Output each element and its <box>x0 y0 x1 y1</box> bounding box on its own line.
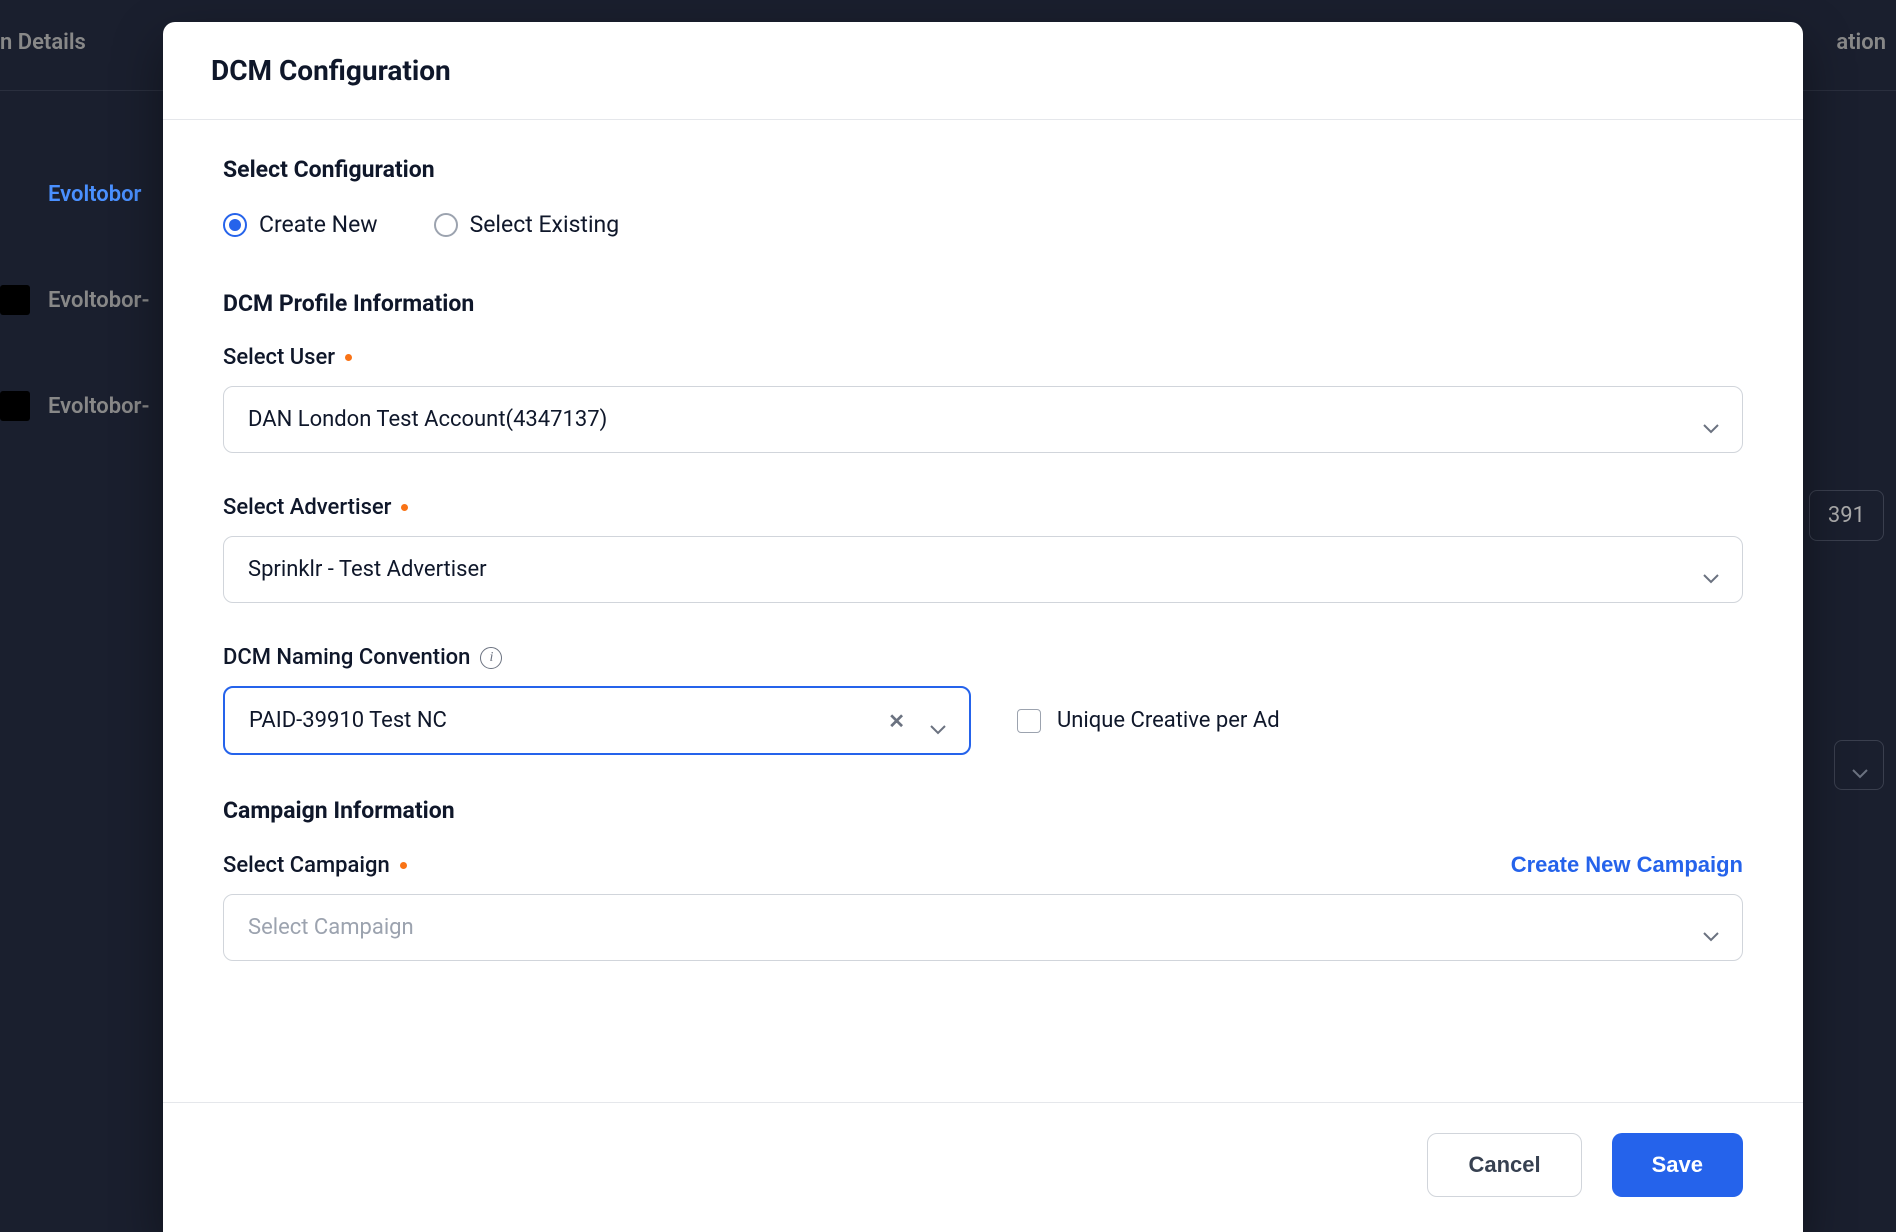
chevron-down-icon <box>1702 565 1718 575</box>
select-user-dropdown[interactable]: DAN London Test Account(4347137) <box>223 386 1743 453</box>
naming-convention-row: PAID-39910 Test NC ✕ Unique Creative per… <box>223 686 1743 755</box>
modal-footer: Cancel Save <box>163 1103 1803 1232</box>
select-campaign-label: Select Campaign <box>223 853 407 878</box>
checkbox-label: Unique Creative per Ad <box>1057 708 1280 733</box>
chevron-down-icon <box>1702 923 1718 933</box>
required-icon <box>345 354 352 361</box>
app-icon <box>0 391 30 421</box>
naming-convention-dropdown[interactable]: PAID-39910 Test NC ✕ <box>223 686 971 755</box>
radio-select-existing[interactable]: Select Existing <box>434 211 620 238</box>
bg-header-right: ation <box>1836 30 1896 55</box>
radio-label: Select Existing <box>470 211 620 238</box>
naming-convention-label: DCM Naming Convention i <box>223 645 1743 670</box>
radio-create-new[interactable]: Create New <box>223 211 378 238</box>
required-icon <box>400 862 407 869</box>
campaign-information-heading: Campaign Information <box>223 797 1743 824</box>
label-text: DCM Naming Convention <box>223 645 470 670</box>
select-advertiser-label: Select Advertiser <box>223 495 1743 520</box>
bg-item-label: Evoltobor <box>48 182 141 207</box>
required-icon <box>401 504 408 511</box>
select-campaign-dropdown[interactable]: Select Campaign <box>223 894 1743 961</box>
dcm-profile-heading: DCM Profile Information <box>223 290 1743 317</box>
radio-icon <box>434 213 458 237</box>
spacer-icon <box>0 179 30 209</box>
configuration-radio-group: Create New Select Existing <box>223 211 1743 238</box>
select-user-value: DAN London Test Account(4347137) <box>248 407 1702 432</box>
select-campaign-label-row: Select Campaign Create New Campaign <box>223 852 1743 878</box>
select-advertiser-value: Sprinklr - Test Advertiser <box>248 557 1702 582</box>
clear-icon[interactable]: ✕ <box>888 709 905 733</box>
select-configuration-heading: Select Configuration <box>223 156 1743 183</box>
bg-tag-label: 391 <box>1828 503 1865 528</box>
info-icon[interactable]: i <box>480 647 502 669</box>
modal-header: DCM Configuration <box>163 22 1803 120</box>
bg-dropdown <box>1834 740 1884 790</box>
chevron-down-icon <box>929 716 945 726</box>
select-user-label: Select User <box>223 345 1743 370</box>
save-button[interactable]: Save <box>1612 1133 1743 1197</box>
label-text: Select Advertiser <box>223 495 391 520</box>
radio-icon <box>223 213 247 237</box>
checkbox-icon <box>1017 709 1041 733</box>
naming-convention-value: PAID-39910 Test NC <box>249 708 888 733</box>
bg-header-left: n Details <box>0 30 86 55</box>
unique-creative-checkbox[interactable]: Unique Creative per Ad <box>1017 708 1280 733</box>
create-new-campaign-link[interactable]: Create New Campaign <box>1511 852 1743 878</box>
bg-item-label: Evoltobor- <box>48 394 150 419</box>
bg-item-label: Evoltobor- <box>48 288 150 313</box>
bg-tag: 391 <box>1809 490 1884 541</box>
modal-title: DCM Configuration <box>211 54 1755 87</box>
select-campaign-placeholder: Select Campaign <box>248 915 1702 940</box>
app-icon <box>0 285 30 315</box>
label-text: Select User <box>223 345 335 370</box>
radio-label: Create New <box>259 211 378 238</box>
chevron-down-icon <box>1702 415 1718 425</box>
modal-body: Select Configuration Create New Select E… <box>163 120 1803 1103</box>
label-text: Select Campaign <box>223 853 390 878</box>
select-advertiser-dropdown[interactable]: Sprinklr - Test Advertiser <box>223 536 1743 603</box>
chevron-down-icon <box>1851 760 1867 770</box>
cancel-button[interactable]: Cancel <box>1427 1133 1581 1197</box>
dcm-configuration-modal: DCM Configuration Select Configuration C… <box>163 22 1803 1232</box>
